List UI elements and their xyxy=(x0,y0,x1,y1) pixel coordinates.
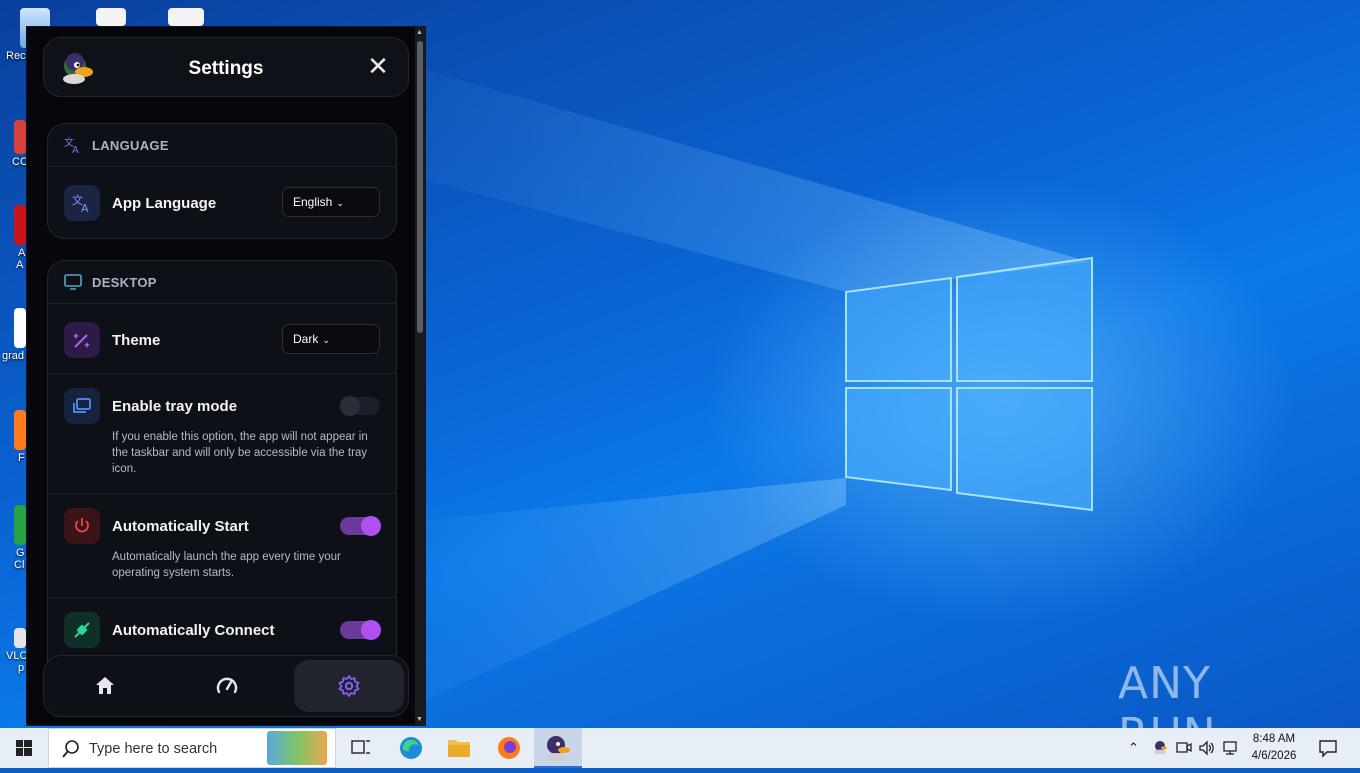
taskbar-duck-app[interactable] xyxy=(534,728,582,768)
word-document-icon xyxy=(168,8,204,26)
icon-box xyxy=(64,612,100,648)
search-highlight-image xyxy=(267,731,327,765)
taskbar-search-box[interactable]: Type here to search xyxy=(48,728,336,768)
taskbar-firefox[interactable] xyxy=(486,728,532,768)
webcam-icon[interactable] xyxy=(1176,740,1192,759)
settings-window: Settings ✕ 文 A LANGUAGE 文 A App Language… xyxy=(26,26,426,726)
section-header: DESKTOP xyxy=(48,261,396,304)
task-view-icon xyxy=(351,740,370,754)
taskbar-file-explorer[interactable] xyxy=(436,728,482,768)
tray-duck-app-icon[interactable] xyxy=(1152,739,1168,758)
setting-row-tray-mode: Enable tray mode If you enable this opti… xyxy=(48,374,396,494)
language-section: 文 A LANGUAGE 文 A App Language English ⌄ xyxy=(47,123,397,239)
settings-header: Settings ✕ xyxy=(43,37,409,97)
setting-label: App Language xyxy=(112,195,217,212)
taskbar: Type here to search ⌃ 8:48 AM 4/6/2026 xyxy=(0,728,1360,768)
home-icon xyxy=(96,677,114,694)
ccleaner-icon xyxy=(14,120,26,154)
start-button[interactable] xyxy=(0,728,48,768)
scrollbar[interactable]: ▲ ▼ xyxy=(415,27,425,725)
section-title: LANGUAGE xyxy=(92,138,169,153)
notifications-icon[interactable] xyxy=(1318,738,1338,761)
firefox-icon xyxy=(14,410,26,450)
acrobat-icon xyxy=(14,205,26,245)
setting-label: Automatically Start xyxy=(112,518,249,535)
setting-row-theme: Theme Dark ⌄ xyxy=(48,304,396,374)
setting-description: Automatically launch the app every time … xyxy=(112,551,341,579)
auto-connect-toggle[interactable] xyxy=(340,620,381,640)
firefox-icon xyxy=(498,737,520,759)
nav-settings-button[interactable] xyxy=(294,660,404,712)
translate-icon: 文 A xyxy=(72,193,89,213)
camera-glyph xyxy=(1176,742,1192,753)
setting-row-app-language: 文 A App Language English ⌄ xyxy=(48,167,396,238)
language-select[interactable]: English ⌄ xyxy=(282,187,380,217)
search-placeholder: Type here to search xyxy=(89,741,218,757)
svg-text:A: A xyxy=(72,145,79,154)
desktop-icon-word-document[interactable] xyxy=(166,8,206,26)
setting-description: If you enable this option, the app will … xyxy=(112,431,368,475)
edge-icon xyxy=(400,737,422,759)
windows-stack-icon xyxy=(73,398,91,413)
monitor-icon xyxy=(64,274,82,290)
duck-tray-icon xyxy=(1154,741,1167,755)
icon-box xyxy=(64,322,100,358)
desktop-section: DESKTOP Theme Dark ⌄ Enable tray mode If… xyxy=(47,260,397,680)
nav-speed-test-button[interactable] xyxy=(172,660,282,712)
search-icon xyxy=(62,740,79,758)
speaker-glyph xyxy=(1199,740,1214,756)
chrome-icon xyxy=(14,505,26,545)
setting-label: Theme xyxy=(112,332,161,349)
icon-box: 文 A xyxy=(64,185,100,221)
chevron-down-icon: ⌄ xyxy=(336,198,344,208)
power-icon xyxy=(75,518,89,533)
speedometer-icon xyxy=(216,677,238,694)
document-icon xyxy=(14,308,26,348)
windows-start-icon xyxy=(16,740,32,756)
close-icon[interactable]: ✕ xyxy=(366,53,390,79)
icon-box xyxy=(64,508,100,544)
scrollbar-thumb[interactable] xyxy=(417,41,423,333)
translate-icon: 文 A xyxy=(64,136,79,154)
nav-home-button[interactable] xyxy=(50,660,160,712)
show-hidden-icons-chevron-up-icon[interactable]: ⌃ xyxy=(1128,740,1139,756)
page-title: Settings xyxy=(188,58,264,79)
theme-select[interactable]: Dark ⌄ xyxy=(282,324,380,354)
svg-text:A: A xyxy=(81,202,89,213)
desktop-icon-document[interactable] xyxy=(94,8,128,26)
chevron-down-icon: ⌄ xyxy=(322,335,330,345)
taskbar-edge[interactable] xyxy=(388,728,434,768)
setting-row-auto-start: Automatically Start Automatically launch… xyxy=(48,494,396,598)
network-glyph xyxy=(1223,741,1237,755)
anyrun-watermark: ANY RUN xyxy=(1118,658,1216,728)
section-header: 文 A LANGUAGE xyxy=(48,124,396,167)
clock-time: 8:48 AM xyxy=(1252,733,1296,745)
section-title: DESKTOP xyxy=(92,275,157,290)
windows-logo xyxy=(845,256,1093,512)
folder-icon xyxy=(448,740,470,757)
setting-label: Automatically Connect xyxy=(112,622,275,639)
gear-icon xyxy=(338,675,360,697)
magic-wand-icon xyxy=(73,333,90,348)
tray-mode-toggle[interactable] xyxy=(340,396,380,416)
network-icon[interactable] xyxy=(1222,740,1240,759)
volume-icon[interactable] xyxy=(1198,740,1216,759)
plug-icon xyxy=(74,622,90,638)
scroll-up-icon[interactable]: ▲ xyxy=(416,29,423,36)
auto-start-toggle[interactable] xyxy=(340,516,381,536)
scroll-down-icon[interactable]: ▼ xyxy=(416,716,423,723)
speech-bubble-glyph xyxy=(1319,740,1337,758)
taskbar-clock[interactable]: 8:48 AM 4/6/2026 xyxy=(1246,731,1302,765)
document-icon xyxy=(96,8,126,26)
setting-label: Enable tray mode xyxy=(112,398,238,415)
icon-box xyxy=(64,388,100,424)
clock-date: 4/6/2026 xyxy=(1251,750,1297,762)
bottom-navigation xyxy=(43,655,409,717)
task-view-button[interactable] xyxy=(340,728,382,768)
duck-app-icon xyxy=(546,736,570,761)
vlc-icon xyxy=(14,628,26,648)
